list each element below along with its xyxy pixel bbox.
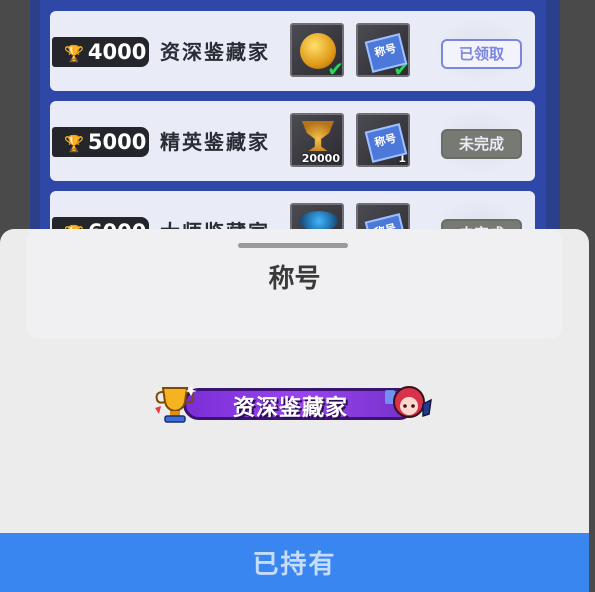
achievement-title: 资深鉴藏家 (160, 40, 270, 64)
drag-handle[interactable] (238, 243, 348, 248)
owned-button[interactable]: 已持有 (0, 533, 589, 592)
title-plate: 资深鉴藏家 (153, 380, 433, 426)
reward-item-title-ticket[interactable]: ✔ (356, 23, 410, 81)
reward-item-trophy[interactable]: 20000 (290, 113, 344, 167)
check-icon: ✔ (327, 57, 344, 81)
achievement-row: 🏆4000 资深鉴藏家 ✔ ✔ 已领取 (50, 11, 535, 91)
achievement-row: 🏆5000 精英鉴藏家 20000 1 未完成 (50, 101, 535, 181)
claimed-button[interactable]: 已领取 (441, 39, 522, 69)
screen: 🏆4000 资深鉴藏家 ✔ ✔ 已领取 🏆5000 精英鉴藏家 20000 1 … (0, 0, 595, 592)
reward-item-coin[interactable]: ✔ (290, 23, 344, 81)
trophy-icon (155, 386, 197, 423)
reward-item-title-ticket[interactable]: 1 (356, 113, 410, 167)
character-avatar (385, 386, 432, 418)
check-icon: ✔ (393, 57, 410, 81)
title-plate-text: 资深鉴藏家 (233, 396, 349, 421)
incomplete-button[interactable]: 未完成 (441, 129, 522, 159)
trophy-icon: 🏆 (64, 44, 84, 63)
item-count: 1 (398, 152, 406, 165)
sheet-title: 称号 (268, 264, 321, 294)
achievement-title: 精英鉴藏家 (160, 130, 270, 154)
trophy-icon: 🏆 (64, 134, 84, 153)
score-badge: 🏆 5000 (52, 127, 149, 157)
item-count: 20000 (301, 152, 340, 165)
score-badge: 🏆 4000 (52, 37, 149, 67)
